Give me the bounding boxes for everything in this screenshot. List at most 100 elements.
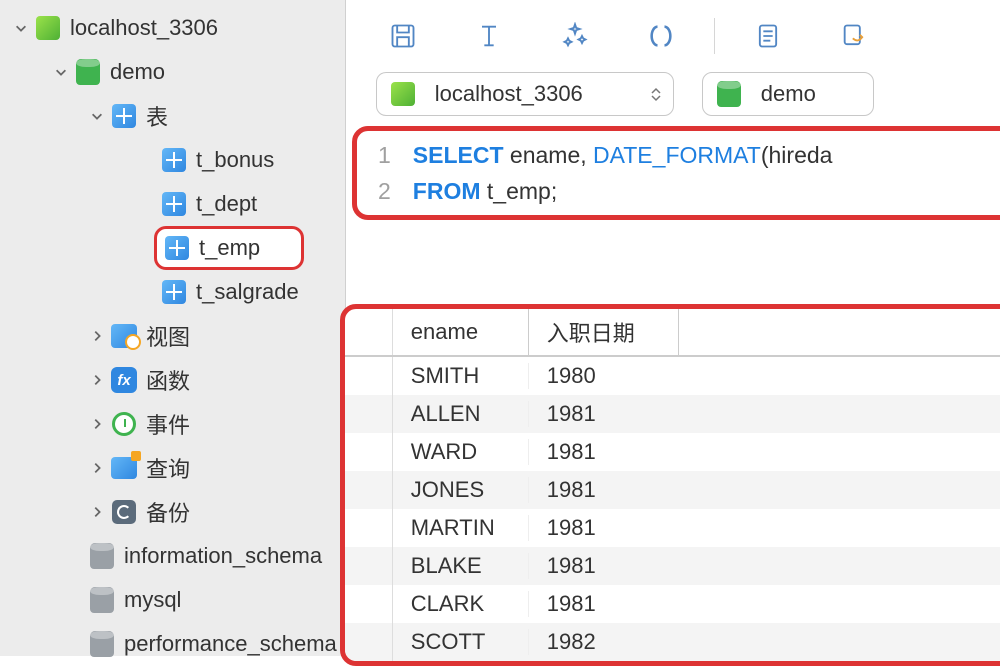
- row-number-header: [345, 309, 393, 355]
- cell: 1981: [529, 515, 679, 541]
- database-icon: [88, 630, 116, 658]
- connection-icon: [389, 80, 417, 108]
- cell: 1981: [529, 477, 679, 503]
- table-row[interactable]: BLAKE1981: [345, 547, 1000, 585]
- cell: BLAKE: [393, 553, 529, 579]
- selectors-row: localhost_3306 demo: [346, 64, 1000, 124]
- database-icon: [88, 542, 116, 570]
- table-row[interactable]: SMITH1980: [345, 357, 1000, 395]
- column-header[interactable]: ename: [393, 309, 529, 355]
- table-row[interactable]: MARTIN1981: [345, 509, 1000, 547]
- brackets-button[interactable]: [644, 19, 678, 53]
- cell: SCOTT: [393, 629, 529, 655]
- queries-icon: [110, 454, 138, 482]
- table-header-row: ename 入职日期: [345, 309, 1000, 357]
- format-button[interactable]: [472, 19, 506, 53]
- table-icon: [160, 190, 188, 218]
- chevron-down-icon: [12, 19, 30, 37]
- chevron-right-icon: [88, 503, 106, 521]
- table-label: t_bonus: [196, 147, 274, 173]
- sql-editor[interactable]: 1SELECT ename, DATE_FORMAT(hireda2FROM t…: [352, 126, 1000, 220]
- tree-section-views[interactable]: 视图: [0, 314, 345, 358]
- save-button[interactable]: [386, 19, 420, 53]
- table-label: t_dept: [196, 191, 257, 217]
- section-label: 查询: [146, 452, 190, 484]
- chevron-right-icon: [88, 371, 106, 389]
- database-selector[interactable]: demo: [702, 72, 874, 116]
- backup-icon: [110, 498, 138, 526]
- table-row[interactable]: CLARK1981: [345, 585, 1000, 623]
- cell: 1980: [529, 363, 679, 389]
- connection-label: localhost_3306: [70, 15, 218, 41]
- connection-selector[interactable]: localhost_3306: [376, 72, 674, 116]
- chevron-right-icon: [88, 415, 106, 433]
- updown-icon: [651, 87, 661, 102]
- events-icon: [110, 410, 138, 438]
- tree-table-item[interactable]: t_bonus: [0, 138, 345, 182]
- database-icon: [88, 586, 116, 614]
- cell: MARTIN: [393, 515, 529, 541]
- results-panel: ename 入职日期 SMITH1980ALLEN1981WARD1981JON…: [340, 304, 1000, 666]
- tree-connection[interactable]: localhost_3306: [0, 6, 345, 50]
- row-gutter: [345, 395, 393, 433]
- tree-system-database[interactable]: mysql: [0, 578, 345, 622]
- system-db-label: mysql: [124, 587, 181, 613]
- table-icon: [163, 234, 191, 262]
- row-gutter: [345, 433, 393, 471]
- chevron-right-icon: [88, 459, 106, 477]
- system-db-label: performance_schema: [124, 631, 337, 657]
- tree-section-functions[interactable]: fx 函数: [0, 358, 345, 402]
- cell: 1981: [529, 553, 679, 579]
- column-header[interactable]: 入职日期: [529, 309, 679, 355]
- line-number: 2: [357, 178, 413, 205]
- tree-section-events[interactable]: 事件: [0, 402, 345, 446]
- export-button[interactable]: [837, 19, 871, 53]
- cell: SMITH: [393, 363, 529, 389]
- document-button[interactable]: [751, 19, 785, 53]
- table-row[interactable]: JONES1981: [345, 471, 1000, 509]
- tables-label: 表: [146, 100, 168, 132]
- tree-table-item[interactable]: t_emp: [154, 226, 304, 270]
- toolbar-divider: [714, 18, 715, 54]
- tree-section-backup[interactable]: 备份: [0, 490, 345, 534]
- functions-icon: fx: [110, 366, 138, 394]
- cell: WARD: [393, 439, 529, 465]
- cell: ALLEN: [393, 401, 529, 427]
- section-label: 函数: [146, 364, 190, 396]
- toolbar: [346, 0, 1000, 64]
- tree-section-queries[interactable]: 查询: [0, 446, 345, 490]
- tree-tables-group[interactable]: 表: [0, 94, 345, 138]
- code-text: SELECT ename, DATE_FORMAT(hireda: [413, 142, 833, 169]
- table-row[interactable]: SCOTT1982: [345, 623, 1000, 661]
- sidebar: localhost_3306 demo 表 t_bonus t_dept t_emp…: [0, 0, 346, 656]
- tree-table-item[interactable]: t_dept: [0, 182, 345, 226]
- results-table[interactable]: ename 入职日期 SMITH1980ALLEN1981WARD1981JON…: [340, 304, 1000, 666]
- database-icon: [74, 58, 102, 86]
- cell: 1981: [529, 591, 679, 617]
- views-icon: [110, 322, 138, 350]
- code-line[interactable]: 2FROM t_emp;: [357, 173, 1000, 209]
- table-icon: [160, 278, 188, 306]
- tree-database[interactable]: demo: [0, 50, 345, 94]
- table-row[interactable]: ALLEN1981: [345, 395, 1000, 433]
- cell: 1981: [529, 401, 679, 427]
- table-label: t_salgrade: [196, 279, 299, 305]
- chevron-down-icon: [52, 63, 70, 81]
- code-line[interactable]: 1SELECT ename, DATE_FORMAT(hireda: [357, 137, 1000, 173]
- section-label: 视图: [146, 320, 190, 352]
- connection-selector-label: localhost_3306: [435, 81, 583, 107]
- database-label: demo: [110, 59, 165, 85]
- database-selector-label: demo: [761, 81, 816, 107]
- line-number: 1: [357, 142, 413, 169]
- row-gutter: [345, 623, 393, 661]
- tree-table-item[interactable]: t_salgrade: [0, 270, 345, 314]
- auto-button[interactable]: [558, 19, 592, 53]
- table-row[interactable]: WARD1981: [345, 433, 1000, 471]
- tree-system-database[interactable]: information_schema: [0, 534, 345, 578]
- tree-system-database[interactable]: performance_schema: [0, 622, 345, 666]
- cell: 1982: [529, 629, 679, 655]
- code-text: FROM t_emp;: [413, 178, 557, 205]
- table-label: t_emp: [199, 235, 260, 261]
- chevron-right-icon: [88, 327, 106, 345]
- cell: JONES: [393, 477, 529, 503]
